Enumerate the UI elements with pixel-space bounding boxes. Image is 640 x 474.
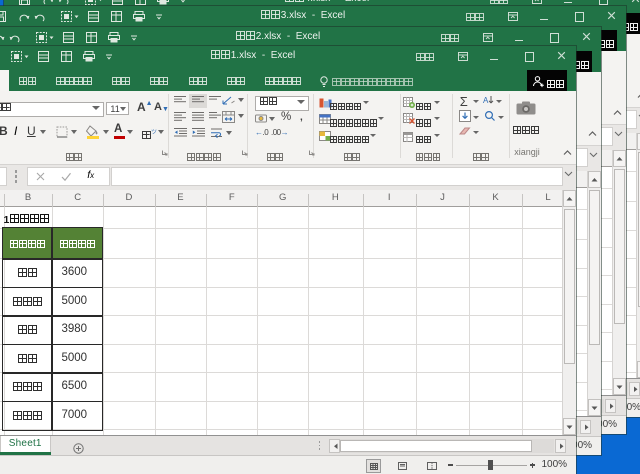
svg-text:A: A <box>483 96 489 105</box>
